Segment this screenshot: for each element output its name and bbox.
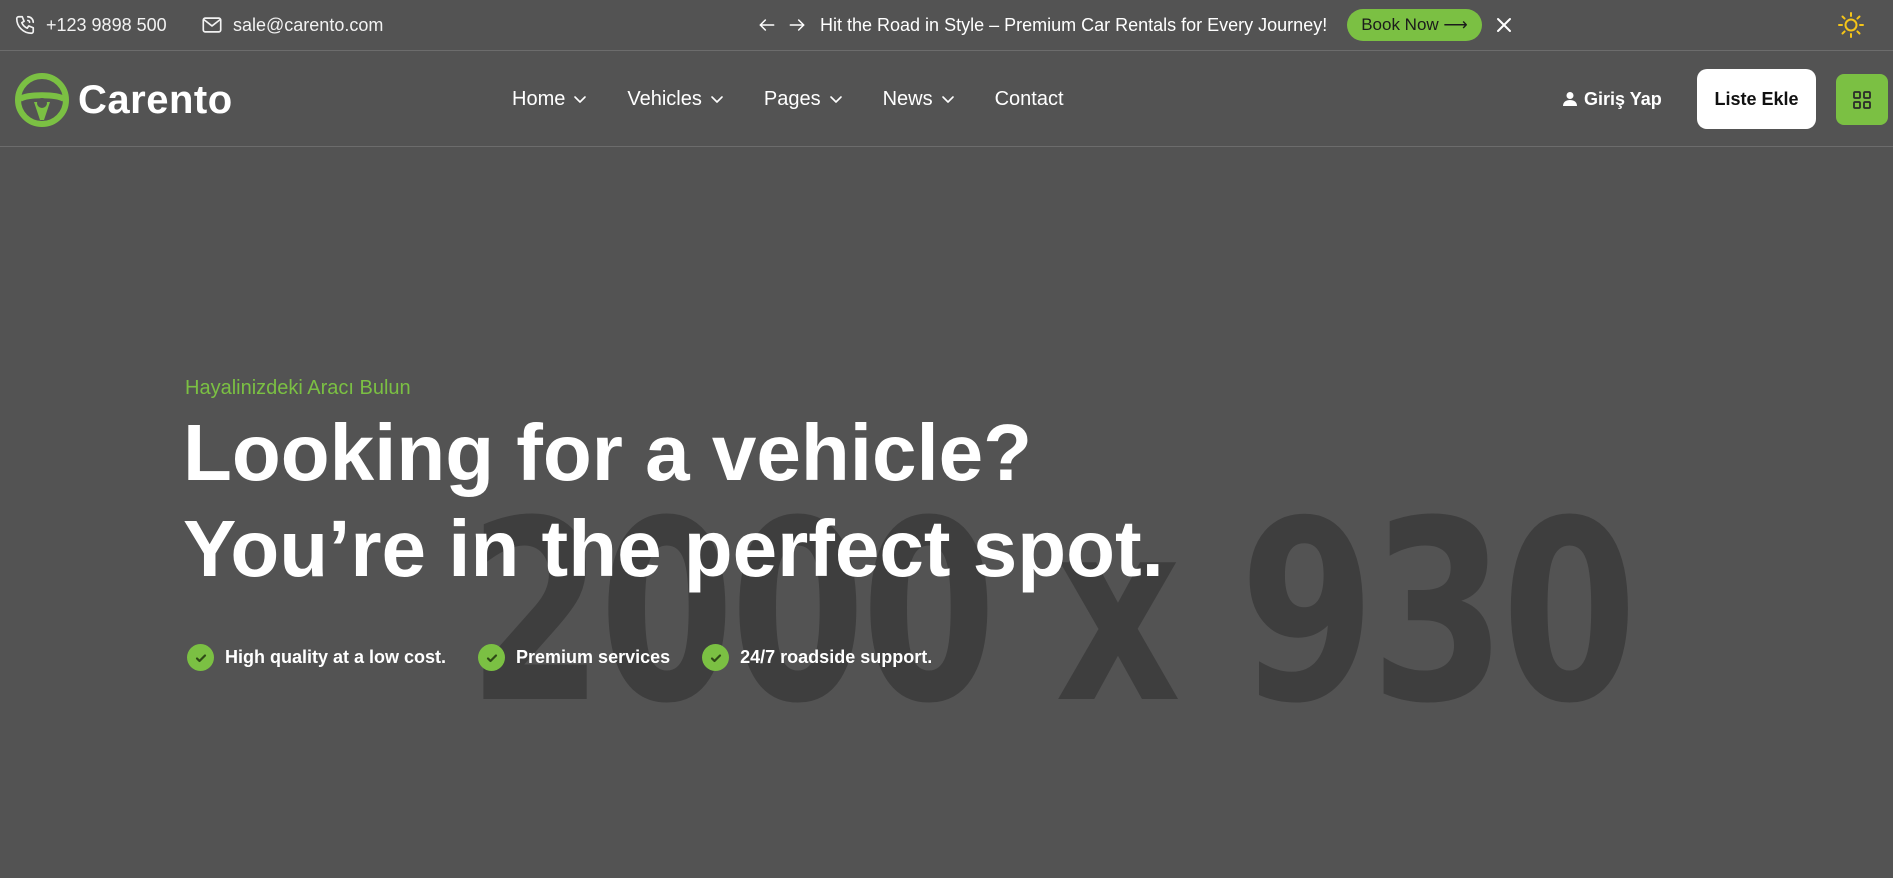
check-icon xyxy=(187,644,214,671)
main-navbar: Carento Home Vehicles Pages News Contact… xyxy=(0,51,1893,147)
headline-line-1: Looking for a vehicle? xyxy=(183,408,1033,497)
mail-icon xyxy=(202,17,222,33)
phone-number: +123 9898 500 xyxy=(46,14,167,35)
hero-headline: Looking for a vehicle? You’re in the per… xyxy=(183,405,1183,597)
feature-text: Premium services xyxy=(516,647,671,667)
steering-wheel-icon xyxy=(15,73,69,127)
nav-item-vehicles[interactable]: Vehicles xyxy=(627,88,724,111)
feature-text: 24/7 roadside support. xyxy=(740,647,933,667)
arrow-right-icon[interactable] xyxy=(786,14,808,36)
feature-list: High quality at a low cost. Premium serv… xyxy=(187,644,964,671)
nav-item-label: Pages xyxy=(763,87,821,110)
close-icon[interactable] xyxy=(1496,17,1512,33)
nav-item-label: News xyxy=(882,87,933,110)
promo-text: Hit the Road in Style – Premium Car Rent… xyxy=(820,14,1328,35)
promo-banner: Hit the Road in Style – Premium Car Rent… xyxy=(756,0,1512,50)
nav-item-label: Home xyxy=(512,87,566,110)
nav-item-contact[interactable]: Contact xyxy=(995,88,1064,111)
login-label: Giriş Yap xyxy=(1584,88,1662,109)
login-link[interactable]: Giriş Yap xyxy=(1562,81,1662,117)
book-now-button[interactable]: Book Now ⟶ xyxy=(1347,9,1482,41)
nav-item-home[interactable]: Home xyxy=(512,88,587,111)
user-icon xyxy=(1563,92,1577,106)
chevron-down-icon xyxy=(710,92,724,106)
grid-menu-button[interactable] xyxy=(1836,74,1888,125)
nav-item-label: Contact xyxy=(994,87,1064,110)
check-icon xyxy=(702,644,730,671)
logo[interactable]: Carento xyxy=(14,72,233,128)
main-menu: Home Vehicles Pages News Contact xyxy=(512,51,1104,147)
feature-item: 24/7 roadside support. xyxy=(702,644,932,671)
arrow-left-icon[interactable] xyxy=(756,14,778,36)
nav-item-label: Vehicles xyxy=(627,87,702,110)
top-bar: +123 9898 500 sale@carento.com Hit the R… xyxy=(0,0,1893,51)
sun-icon[interactable] xyxy=(1837,11,1865,39)
headline-line-2: You’re in the perfect spot. xyxy=(183,504,1164,593)
grid-icon xyxy=(1853,90,1871,109)
nav-item-news[interactable]: News xyxy=(883,88,955,111)
nav-item-pages[interactable]: Pages xyxy=(764,88,843,111)
chevron-down-icon xyxy=(941,92,955,106)
feature-item: Premium services xyxy=(478,644,670,671)
phone-icon xyxy=(15,15,35,35)
chevron-down-icon xyxy=(573,92,587,106)
hero-eyebrow: Hayalinizdeki Aracı Bulun xyxy=(185,377,411,399)
phone-contact[interactable]: +123 9898 500 xyxy=(14,0,167,50)
feature-item: High quality at a low cost. xyxy=(187,644,446,671)
add-listing-button[interactable]: Liste Ekle xyxy=(1697,69,1816,129)
email-contact[interactable]: sale@carento.com xyxy=(201,0,383,50)
logo-text: Carento xyxy=(78,77,233,122)
check-icon xyxy=(478,644,506,671)
email-address: sale@carento.com xyxy=(233,14,384,35)
feature-text: High quality at a low cost. xyxy=(225,647,447,667)
chevron-down-icon xyxy=(829,92,843,106)
